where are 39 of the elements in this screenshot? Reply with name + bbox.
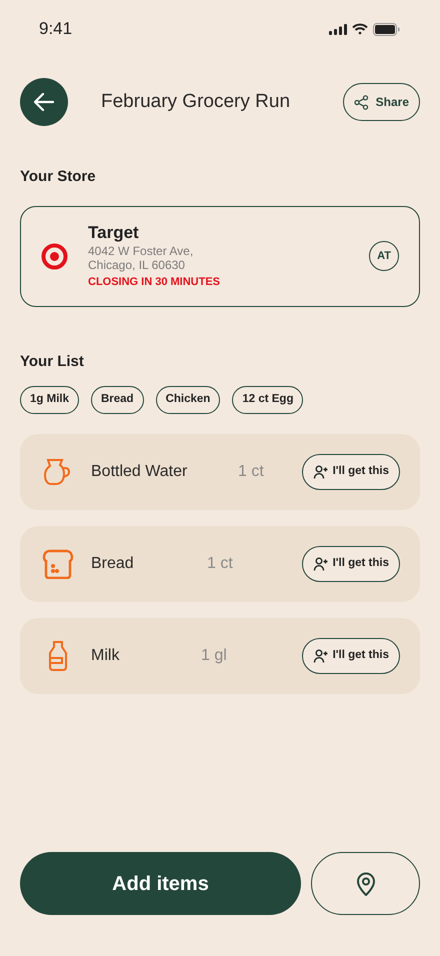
wifi-icon [352, 23, 368, 35]
item-quantity: 1 gl [201, 646, 227, 666]
item-chip[interactable]: 1g Milk [20, 386, 79, 414]
share-button[interactable]: Share [342, 83, 420, 121]
page-title: February Grocery Run [101, 90, 290, 114]
item-name: Bread [91, 554, 135, 574]
store-card[interactable]: Target 4042 W Foster Ave, Chicago, IL 60630 CLOSING IN 30 MINUTES AT [20, 206, 420, 306]
item-chip[interactable]: Chicken [156, 386, 220, 414]
claim-button[interactable]: I'll get this [302, 454, 400, 490]
store-name: Target [88, 222, 140, 242]
bullseye-icon [41, 242, 68, 270]
add-person-icon [312, 556, 329, 572]
status-time: 9:41 [39, 18, 72, 40]
back-arrow-icon [34, 93, 54, 111]
claim-button[interactable]: I'll get this [302, 546, 400, 582]
jug-icon [42, 458, 72, 486]
add-person-icon [312, 464, 329, 480]
item-name: Milk [91, 646, 120, 666]
section-heading: Your Store [19, 167, 97, 187]
add-items-button[interactable]: Add items [20, 852, 301, 915]
item-quantity: 1 ct [207, 554, 233, 574]
item-name: Bottled Water [91, 462, 188, 482]
share-icon [354, 94, 369, 110]
add-person-icon [312, 648, 329, 664]
item-chip[interactable]: Bread [90, 386, 144, 414]
item-chip[interactable]: 12 ct Egg [232, 386, 304, 414]
claim-button[interactable]: I'll get this [302, 638, 400, 674]
bread-icon [42, 549, 74, 579]
store-address: 4042 W Foster Ave, Chicago, IL 60630 [88, 244, 194, 272]
back-button[interactable] [20, 78, 68, 126]
location-button[interactable] [311, 852, 420, 915]
item-quantity: 1 ct [238, 462, 264, 482]
signal-icon [329, 24, 347, 34]
section-heading: Your List [19, 352, 85, 372]
user-avatar: AT [369, 241, 399, 271]
location-pin-icon [356, 872, 376, 896]
battery-icon [373, 22, 400, 36]
closing-notice: CLOSING IN 30 MINUTES [88, 274, 220, 290]
milk-bottle-icon [48, 641, 68, 671]
